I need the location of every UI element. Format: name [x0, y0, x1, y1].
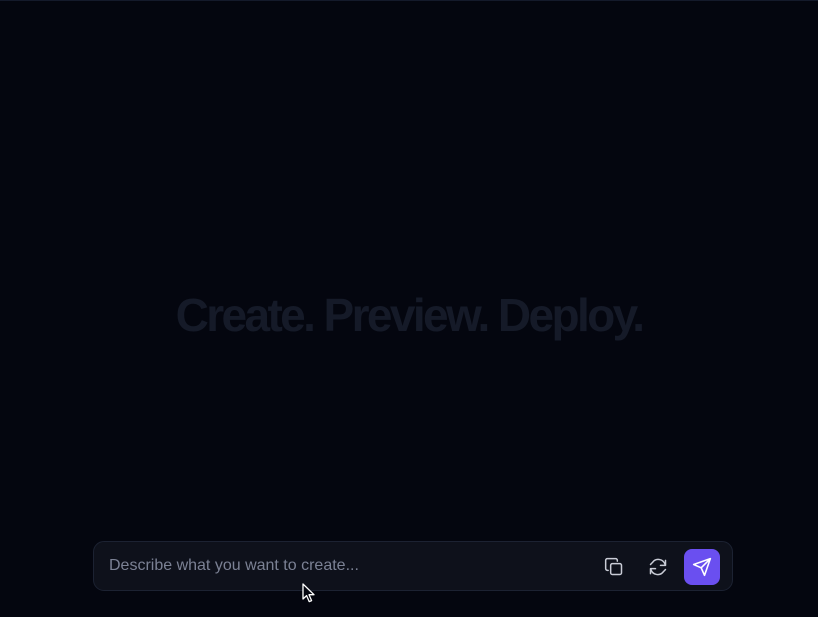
- send-icon: [692, 557, 712, 577]
- prompt-input[interactable]: [109, 542, 579, 590]
- copy-button[interactable]: [596, 549, 632, 585]
- refresh-icon: [649, 558, 667, 576]
- hero-headline: Create. Preview. Deploy.: [175, 289, 645, 341]
- prompt-composer: [93, 541, 733, 591]
- app-window: Create. Preview. Deploy.: [0, 0, 818, 617]
- refresh-button[interactable]: [640, 549, 676, 585]
- send-button[interactable]: [684, 549, 720, 585]
- copy-icon: [604, 557, 623, 576]
